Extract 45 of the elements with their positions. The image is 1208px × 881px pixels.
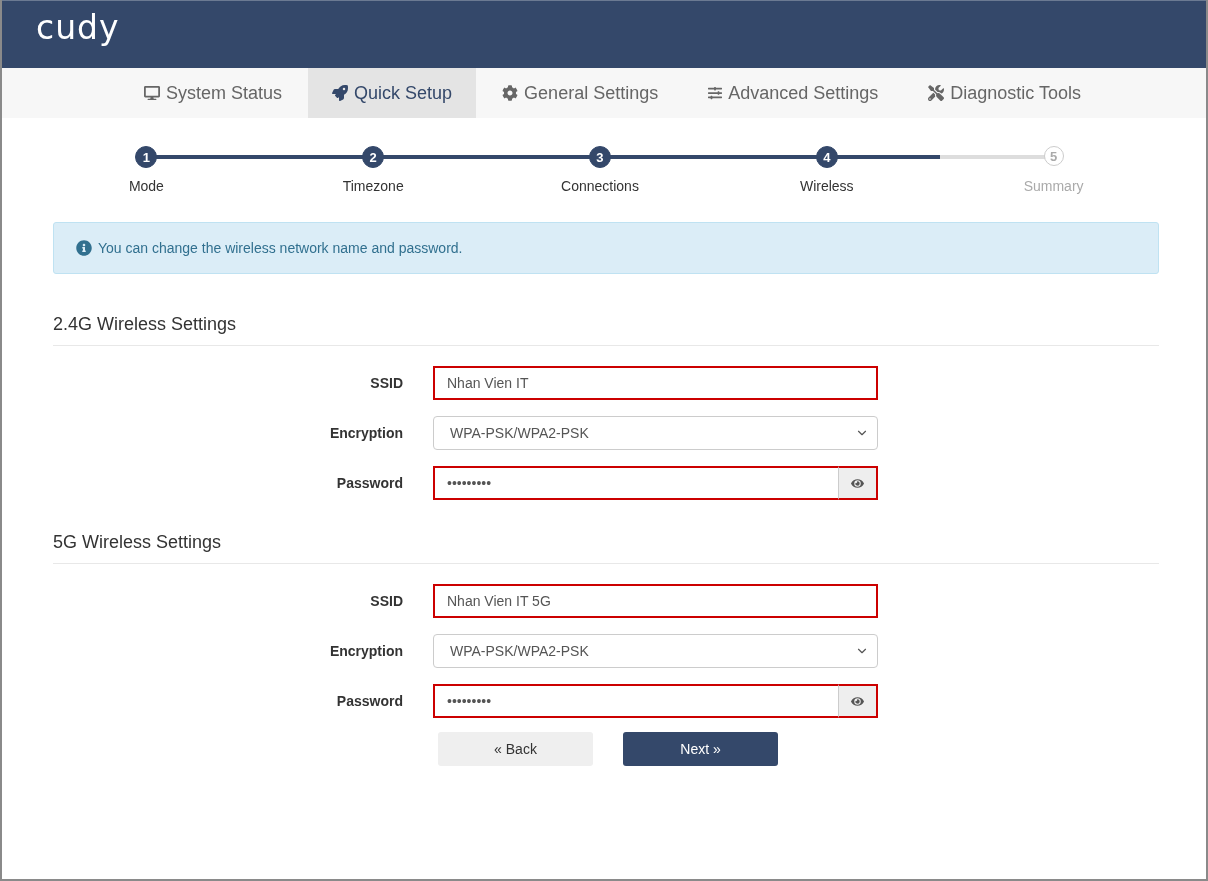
field-label: Password [335,693,403,709]
settings-icon [502,85,519,101]
field-label: Password [335,475,403,491]
back-button[interactable]: « Back [438,732,593,766]
nav-tab[interactable]: System Status [120,68,307,118]
text-field[interactable]: Nhan Vien IT [433,366,878,400]
step-circle: 5 [1043,146,1064,166]
password-field[interactable]: ••••••••• [433,684,838,718]
step-circle: 3 [589,146,611,168]
select-value: WPA-PSK/WPA2-PSK [450,643,589,659]
rocket-icon [332,85,349,101]
field-label: Encryption [328,643,403,659]
info-text: You can change the wireless network name and password. [98,240,463,256]
nav-tab[interactable]: General Settings [478,68,683,118]
select-dropdown[interactable]: WPA-PSK/WPA2-PSK [433,634,878,668]
step-circle: 2 [362,146,385,168]
select-dropdown[interactable]: WPA-PSK/WPA2-PSK [433,416,878,450]
step-label: Timezone [342,178,404,194]
field-label: SSID [369,375,403,391]
step-label: Mode [128,178,164,194]
password-field[interactable]: ••••••••• [433,466,838,500]
tools-icon [928,85,945,101]
show-password-button[interactable] [838,466,878,500]
sliders-icon [708,86,723,100]
logo: cudy [36,8,120,47]
show-password-button[interactable] [838,684,878,718]
nav-tab[interactable]: Quick Setup [308,68,477,118]
next-button[interactable]: Next » [623,732,778,766]
step-label: Summary [1023,178,1084,194]
step-circle: 1 [135,146,158,168]
step-label: Wireless [799,178,854,194]
monitor-icon [144,85,160,101]
eye-icon [851,694,864,708]
step-circle: 4 [815,146,838,168]
section-title: 5G Wireless Settings [53,532,1159,564]
info-icon [76,240,92,256]
field-label: Encryption [328,425,403,441]
text-field[interactable]: Nhan Vien IT 5G [433,584,878,618]
section-title: 2.4G Wireless Settings [53,314,1159,346]
nav-tab[interactable]: Diagnostic Tools [904,68,1106,118]
step-label: Connections [561,178,639,194]
nav-tab[interactable]: Advanced Settings [684,68,903,118]
select-value: WPA-PSK/WPA2-PSK [450,425,589,441]
field-label: SSID [369,593,403,609]
eye-icon [851,476,864,490]
